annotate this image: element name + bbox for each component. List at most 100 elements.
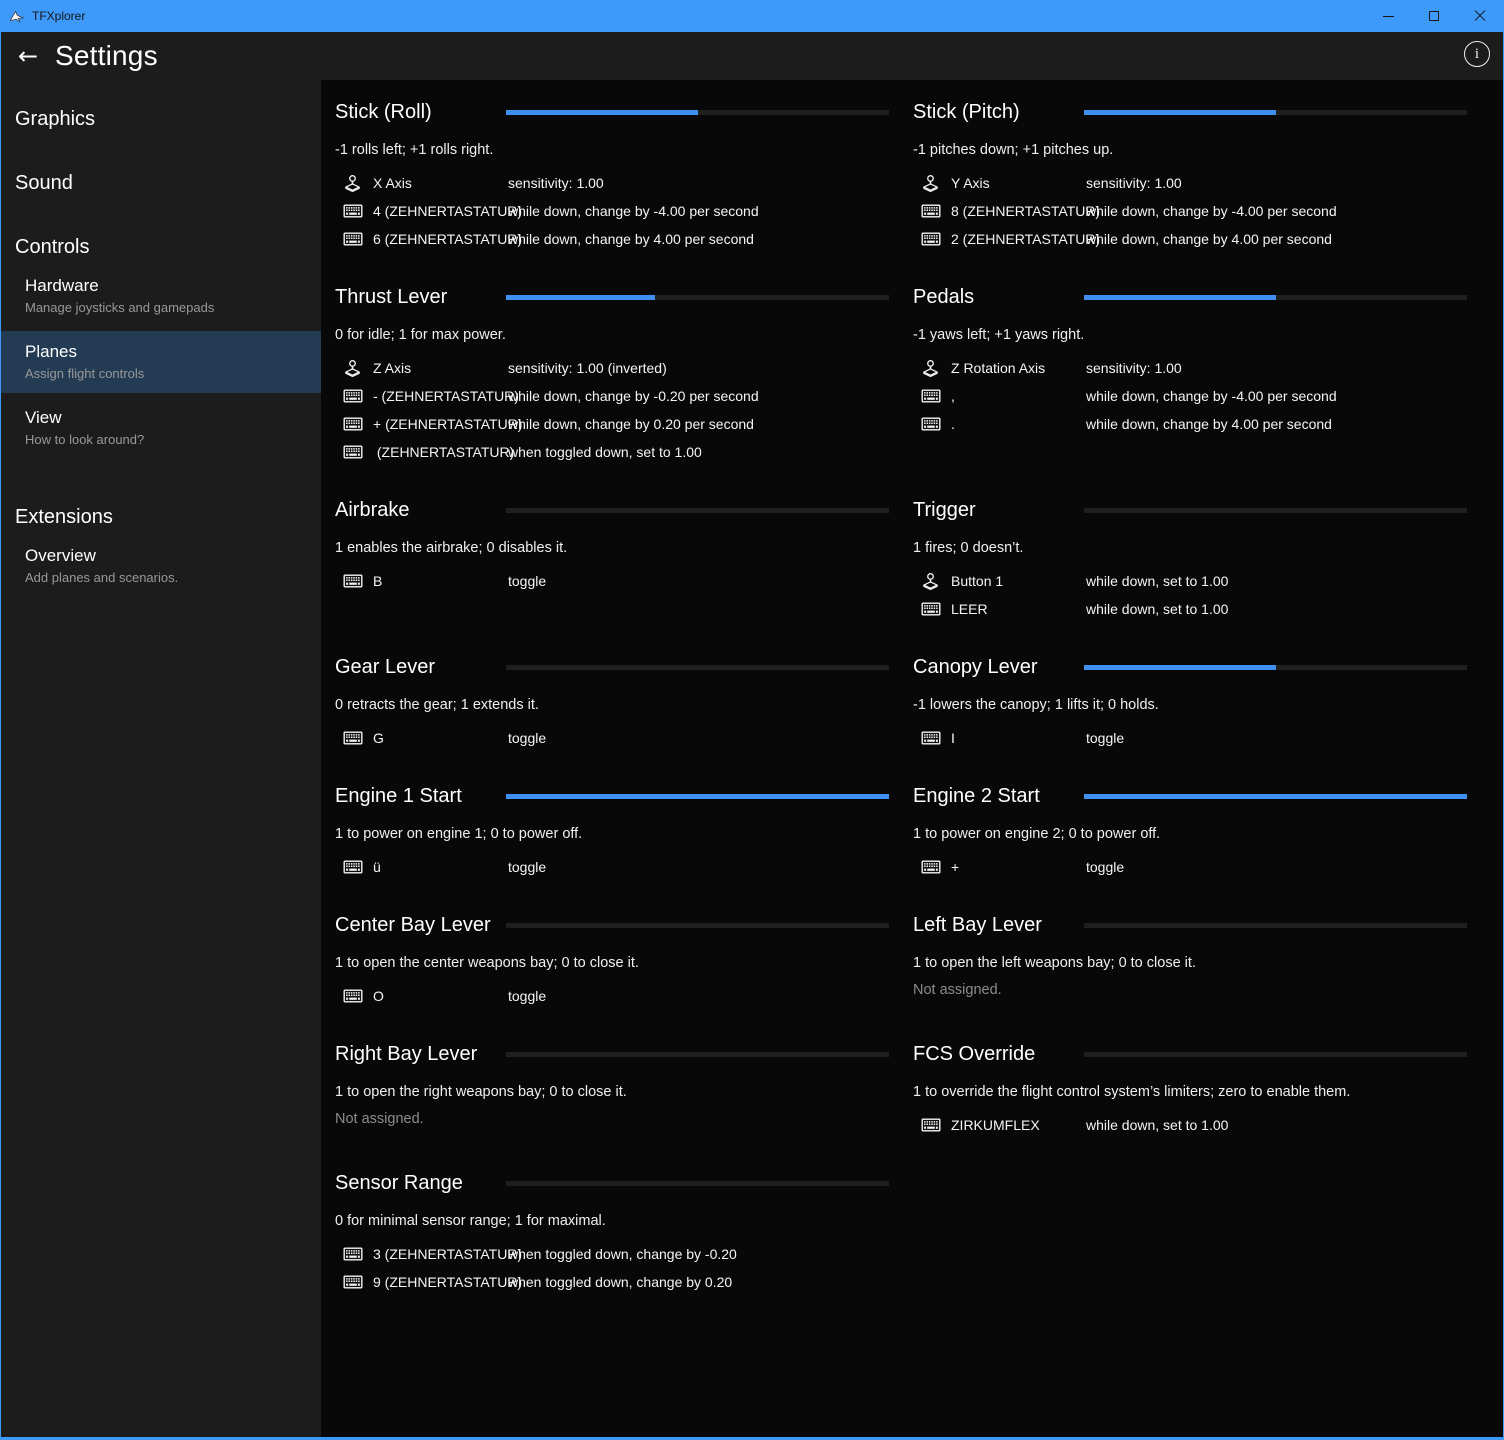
binding-row[interactable]: Z Rotation Axissensitivity: 1.00 (913, 354, 1467, 382)
keyboard-icon (343, 1275, 373, 1289)
section-gear-lever: Gear Lever0 retracts the gear; 1 extends… (335, 653, 889, 782)
section-title: Stick (Pitch) (913, 101, 1084, 124)
binding-row[interactable]: Y Axissensitivity: 1.00 (913, 169, 1467, 197)
sidebar-item-overview[interactable]: OverviewAdd planes and scenarios. (1, 535, 321, 597)
close-icon (1474, 10, 1486, 22)
binding-action: toggle (508, 859, 889, 875)
page-title: Settings (55, 40, 158, 72)
binding-row[interactable]: + (ZEHNERTASTATUR)while down, change by … (335, 410, 889, 438)
main-panel: Stick (Roll)-1 rolls left; +1 rolls righ… (321, 80, 1503, 1437)
value-bar (506, 508, 889, 513)
section-title: Sensor Range (335, 1172, 506, 1195)
binding-input: + (ZEHNERTASTATUR) (373, 416, 508, 432)
binding-row[interactable]: LEERwhile down, set to 1.00 (913, 595, 1467, 623)
sidebar-category-sound[interactable]: Sound (1, 170, 321, 197)
sidebar-item-hardware[interactable]: HardwareManage joysticks and gamepads (1, 265, 321, 327)
value-bar-fill (506, 794, 889, 799)
binding-row[interactable]: 4 (ZEHNERTASTATUR)while down, change by … (335, 197, 889, 225)
binding-action: sensitivity: 1.00 (1086, 360, 1467, 376)
value-bar-fill (1084, 295, 1276, 300)
keyboard-icon (921, 389, 951, 403)
binding-row[interactable]: (ZEHNERTASTATUR)when toggled down, set t… (335, 438, 889, 466)
sidebar-item-view[interactable]: ViewHow to look around? (1, 397, 321, 459)
binding-row[interactable]: X Axissensitivity: 1.00 (335, 169, 889, 197)
section-title: Trigger (913, 499, 1084, 522)
binding-input: ü (373, 859, 508, 875)
binding-row[interactable]: Gtoggle (335, 724, 889, 752)
value-bar (506, 665, 889, 670)
binding-row[interactable]: Btoggle (335, 567, 889, 595)
binding-row[interactable]: Itoggle (913, 724, 1467, 752)
binding-row[interactable]: 8 (ZEHNERTASTATUR)while down, change by … (913, 197, 1467, 225)
binding-row[interactable]: 2 (ZEHNERTASTATUR)while down, change by … (913, 225, 1467, 253)
keyboard-icon (343, 574, 373, 588)
sidebar-category-extensions[interactable]: Extensions (1, 504, 321, 531)
minimize-button[interactable] (1365, 0, 1411, 32)
binding-row[interactable]: ZIRKUMFLEXwhile down, set to 1.00 (913, 1111, 1467, 1139)
binding-action: sensitivity: 1.00 (508, 175, 889, 191)
binding-action: while down, set to 1.00 (1086, 601, 1467, 617)
binding-input: 6 (ZEHNERTASTATUR) (373, 231, 508, 247)
binding-row[interactable]: - (ZEHNERTASTATUR)while down, change by … (335, 382, 889, 410)
binding-action: while down, change by 4.00 per second (508, 231, 889, 247)
section-engine-1-start: Engine 1 Start1 to power on engine 1; 0 … (335, 782, 889, 911)
binding-input: 3 (ZEHNERTASTATUR) (373, 1246, 508, 1262)
close-button[interactable] (1457, 0, 1503, 32)
binding-action: while down, change by -0.20 per second (508, 388, 889, 404)
binding-row[interactable]: +toggle (913, 853, 1467, 881)
section-title: Stick (Roll) (335, 101, 506, 124)
section-description: -1 lowers the canopy; 1 lifts it; 0 hold… (913, 695, 1467, 715)
section-title: Canopy Lever (913, 656, 1084, 679)
binding-row[interactable]: Otoggle (335, 982, 889, 1010)
binding-row[interactable]: ütoggle (335, 853, 889, 881)
section-airbrake: Airbrake1 enables the airbrake; 0 disabl… (335, 496, 889, 653)
binding-action: when toggled down, set to 1.00 (508, 444, 889, 460)
binding-input: G (373, 730, 508, 746)
keyboard-icon (343, 389, 373, 403)
section-title: FCS Override (913, 1043, 1084, 1066)
section-center-bay-lever: Center Bay Lever1 to open the center wea… (335, 911, 889, 1040)
binding-input: Button 1 (951, 573, 1086, 589)
binding-row[interactable]: Button 1while down, set to 1.00 (913, 567, 1467, 595)
back-button[interactable]: ← (13, 41, 43, 71)
sidebar-category-graphics[interactable]: Graphics (1, 106, 321, 133)
binding-input: LEER (951, 601, 1086, 617)
section-left-bay-lever: Left Bay Lever1 to open the left weapons… (913, 911, 1467, 1040)
maximize-button[interactable] (1411, 0, 1457, 32)
binding-row[interactable]: 6 (ZEHNERTASTATUR)while down, change by … (335, 225, 889, 253)
section-right-bay-lever: Right Bay Lever1 to open the right weapo… (335, 1040, 889, 1169)
sidebar-item-planes[interactable]: PlanesAssign flight controls (1, 331, 321, 393)
value-bar (1084, 508, 1467, 513)
sidebar-category-controls[interactable]: Controls (1, 234, 321, 261)
value-bar-fill (1084, 794, 1467, 799)
value-bar (1084, 1052, 1467, 1057)
binding-row[interactable]: 3 (ZEHNERTASTATUR)when toggled down, cha… (335, 1240, 889, 1268)
controls-grid: Stick (Roll)-1 rolls left; +1 rolls righ… (335, 98, 1467, 1296)
settings-page: ← Settings i Graphics Sound Controls Hardwa… (1, 32, 1503, 1437)
binding-row[interactable]: 9 (ZEHNERTASTATUR)when toggled down, cha… (335, 1268, 889, 1296)
binding-action: toggle (508, 988, 889, 1004)
page-header: ← Settings i (1, 32, 1503, 80)
value-bar (506, 1181, 889, 1186)
binding-input: 2 (ZEHNERTASTATUR) (951, 231, 1086, 247)
section-description: 1 to override the flight control system’… (913, 1082, 1467, 1102)
binding-input: 8 (ZEHNERTASTATUR) (951, 203, 1086, 219)
section-description: 1 to power on engine 2; 0 to power off. (913, 824, 1467, 844)
section-description: 1 to power on engine 1; 0 to power off. (335, 824, 889, 844)
section-stick-roll: Stick (Roll)-1 rolls left; +1 rolls righ… (335, 98, 889, 283)
binding-row[interactable]: .while down, change by 4.00 per second (913, 410, 1467, 438)
value-bar (506, 794, 889, 799)
value-bar (1084, 110, 1467, 115)
value-bar (1084, 295, 1467, 300)
info-button[interactable]: i (1464, 41, 1490, 67)
joystick-icon (921, 572, 951, 591)
binding-action: toggle (508, 730, 889, 746)
binding-row[interactable]: ,while down, change by -4.00 per second (913, 382, 1467, 410)
value-bar (506, 1052, 889, 1057)
binding-input: B (373, 573, 508, 589)
joystick-icon (343, 359, 373, 378)
keyboard-icon (921, 860, 951, 874)
section-thrust-lever: Thrust Lever0 for idle; 1 for max power.… (335, 283, 889, 496)
keyboard-icon (921, 417, 951, 431)
binding-row[interactable]: Z Axissensitivity: 1.00 (inverted) (335, 354, 889, 382)
